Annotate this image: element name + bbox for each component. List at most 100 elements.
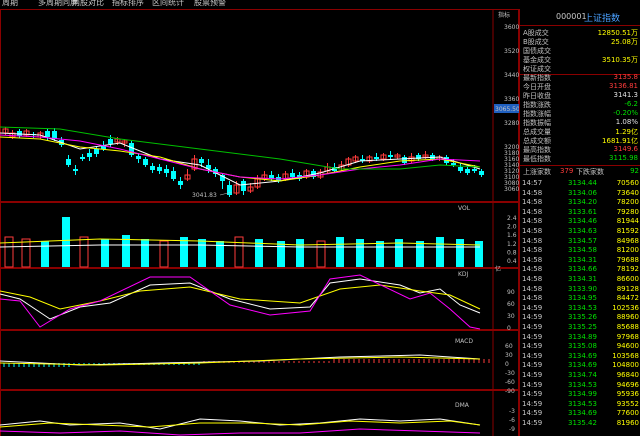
stat-value: 25.08万 — [610, 38, 638, 46]
dma-y-tick: -6 — [509, 417, 515, 424]
candle-body — [465, 169, 470, 173]
menu-item-2[interactable]: 两股对比 — [72, 0, 104, 8]
tick-row: 14:58 3134.95 84472 — [520, 294, 640, 303]
volume-bar — [79, 236, 89, 268]
tick-row: 14:58 3134.57 84968 — [520, 237, 640, 246]
stat-value: -6.2 — [624, 100, 638, 108]
menu-item-0[interactable]: 周期 — [2, 0, 18, 8]
tick-price: 3134.06 — [568, 188, 597, 197]
menu-item-5[interactable]: 股票预警 — [194, 0, 226, 8]
menu-item-3[interactable]: 指标排序 — [112, 0, 144, 8]
tick-volume: 96840 — [616, 371, 639, 379]
tick-time: 14:58 — [522, 265, 543, 274]
stock-name: 上证指数 — [584, 14, 621, 24]
tick-time: 14:58 — [522, 246, 543, 255]
candle-body — [451, 163, 456, 165]
candle-body — [171, 171, 176, 179]
kline-chart-svg[interactable]: 指标36003520344033603280320031803160314031… — [0, 9, 519, 436]
volume-bar — [21, 238, 31, 268]
tick-price: 3134.20 — [568, 198, 597, 207]
candle-body — [479, 171, 484, 175]
y-tick-label: 3060 — [504, 186, 519, 193]
stat-value: -0.20% — [613, 109, 638, 117]
tick-row: 14:58 3134.63 81592 — [520, 227, 640, 236]
y-tick-label: 3440 — [504, 72, 519, 79]
tick-time: 14:59 — [522, 419, 543, 427]
tick-price: 3134.99 — [568, 390, 597, 399]
macd-y-tick: -60 — [505, 379, 515, 386]
panel-frame — [0, 330, 519, 390]
tick-time: 14:58 — [522, 227, 543, 235]
stat-value: 3141.3 — [613, 91, 639, 99]
tick-row: 14:58 3134.31 86600 — [520, 275, 640, 284]
y-tick-label: 3600 — [504, 24, 519, 31]
tick-volume: 94600 — [616, 342, 639, 351]
tick-time: 14:59 — [522, 332, 543, 341]
tick-time: 14:58 — [522, 275, 543, 283]
candle-body — [458, 167, 463, 171]
tick-price: 3134.57 — [568, 236, 597, 245]
candle-body — [143, 159, 148, 165]
tick-time: 14:59 — [522, 371, 543, 379]
tick-time: 14:59 — [522, 303, 543, 312]
candle-body — [402, 157, 407, 163]
tick-price: 3134.31 — [568, 255, 597, 264]
tick-time: 14:58 — [522, 217, 543, 226]
menu-item-4[interactable]: 区间统计 — [152, 0, 184, 8]
tick-volume: 85688 — [616, 323, 639, 331]
tick-time: 14:59 — [522, 323, 543, 331]
tick-volume: 84968 — [616, 236, 639, 245]
tick-price: 3134.53 — [568, 380, 597, 389]
tick-row: 14:58 3133.61 79280 — [520, 208, 640, 217]
candle-body — [472, 169, 477, 171]
divider — [520, 165, 640, 166]
tick-volume: 78192 — [616, 265, 639, 274]
tick-volume: 103568 — [612, 351, 639, 360]
tick-time: 14:58 — [522, 188, 543, 197]
tick-time: 14:59 — [522, 409, 543, 418]
tick-row: 14:58 3133.90 89128 — [520, 285, 640, 294]
macd-y-tick: 0 — [505, 361, 509, 368]
tick-price: 3134.53 — [568, 399, 597, 408]
candle-body — [108, 139, 113, 144]
tick-volume: 78200 — [616, 198, 639, 207]
stat-label: 最低指数 — [523, 155, 551, 163]
tick-row: 14:59 3134.69 77600 — [520, 409, 640, 418]
tick-row: 14:59 3134.53 94696 — [520, 381, 640, 390]
kdj-y-tick: 90 — [507, 289, 515, 296]
dma-y-tick: -9 — [509, 426, 515, 433]
down-count-label: 下跌家数 — [576, 168, 604, 176]
up-count-label: 上涨家数 — [523, 168, 551, 176]
macd-y-tick: 60 — [505, 343, 513, 350]
stat-value: 3115.98 — [609, 154, 638, 162]
candle-body — [374, 157, 379, 159]
tick-time: 14:59 — [522, 399, 543, 408]
volume-bar — [456, 239, 464, 267]
down-count: 92 — [630, 167, 639, 175]
candle-body — [241, 181, 246, 191]
candle-body — [66, 159, 71, 165]
chart-area[interactable]: 指标 3600 3520 3440 3360 3280 3200 3180 3160 3140 31… — [0, 9, 519, 436]
dma-ama-line — [0, 420, 481, 428]
tick-volume: 84472 — [616, 294, 639, 303]
tick-row: 14:58 3134.46 81944 — [520, 217, 640, 226]
tick-time: 14:59 — [522, 351, 543, 360]
candle-body — [80, 157, 85, 159]
vol-y-tick: 1.6 — [507, 232, 517, 239]
stat-value: 3510.35万 — [602, 56, 638, 64]
candle-body — [388, 155, 393, 157]
tick-time: 14:58 — [522, 294, 543, 303]
volume-bar — [416, 241, 424, 267]
candle-body — [94, 149, 99, 154]
tick-row: 14:58 3134.66 78192 — [520, 265, 640, 274]
ma20-line — [0, 134, 481, 180]
tick-volume: 79280 — [616, 207, 639, 216]
tick-row: 14:59 3135.08 94600 — [520, 342, 640, 351]
tick-time: 14:58 — [522, 236, 543, 245]
tick-row: 14:58 3134.31 79688 — [520, 256, 640, 265]
tick-volume: 81200 — [616, 246, 639, 255]
volume-bar — [101, 239, 109, 267]
tick-price: 3134.69 — [568, 361, 597, 370]
tick-volume: 79688 — [616, 255, 639, 264]
volume-bar — [277, 241, 285, 267]
